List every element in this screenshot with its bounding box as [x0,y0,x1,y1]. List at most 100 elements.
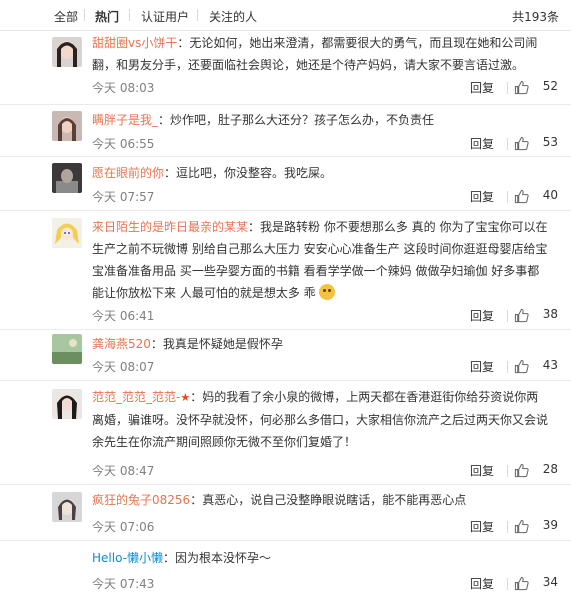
comment-time: 今天 08:03 [92,81,155,95]
filter-divider [197,9,198,21]
comment-text: 因为根本没怀孕～ [175,551,272,565]
avatar[interactable] [52,111,82,141]
comment-text: 逗比吧，你没整容。我吃屎。 [176,166,333,180]
username-link[interactable]: 来日陌生的是昨日最亲的某某 [92,220,248,234]
meta-divider [507,361,508,373]
filter-verified-users[interactable]: 认证用户 [141,8,189,25]
comment-list: 甜甜圈vs小饼干：无论如何，她出来澄清，都需要很大的勇气，而且现在她和公司闹翻，… [0,31,571,597]
avatar[interactable] [52,37,82,67]
filter-hot[interactable]: 热门 [95,8,119,25]
comment-time: 今天 07:43 [92,577,155,591]
comment-body: 愿在眼前的你：逗比吧，你没整容。我吃屎。 [92,166,333,180]
username-link[interactable]: 疯狂的兔子08256 [92,493,190,507]
comment-item: 甜甜圈vs小饼干：无论如何，她出来澄清，都需要很大的勇气，而且现在她和公司闹翻，… [0,31,571,105]
avatar[interactable] [52,334,82,364]
reply-button[interactable]: 回复 [470,575,494,592]
like-button[interactable]: 38 [514,307,558,325]
comment-text: 真恶心，说自己没整睁眼说瞎话，能不能再恶心点 [202,493,467,507]
comment-item: 瞒胖子是我_：炒作吧，肚子那么大还分？孩子怎么办，不负责任 今天 06:55 回… [0,105,571,157]
comment-text: 炒作吧，肚子那么大还分？孩子怎么办，不负责任 [170,113,435,127]
username-link[interactable]: 范范_范范_范范- [92,390,180,404]
comment-meta: 今天 08:03 回复 52 [92,79,558,97]
comment-item: 范范_范范_范范-★：妈的我看了余小泉的微博，上两天都在香港逛街你给芬资说你两离… [0,381,571,485]
like-button[interactable]: 43 [514,358,558,376]
avatar[interactable] [52,163,82,193]
meta-divider [507,191,508,203]
username-link[interactable]: 甜甜圈vs小饼干 [92,36,177,50]
reply-button[interactable]: 回复 [470,135,494,152]
thumbs-up-icon [514,359,529,374]
like-count: 52 [542,79,558,93]
meta-divider [507,578,508,590]
comment-body: Hello-懒小懒：因为根本没怀孕～ [92,551,272,565]
like-button[interactable]: 39 [514,518,558,536]
comment-item: 疯狂的兔子08256：真恶心，说自己没整睁眼说瞎话，能不能再恶心点 今天 07:… [0,485,571,541]
smile-emoji-icon [319,284,336,300]
thumbs-up-icon [514,189,529,204]
thumbs-up-icon [514,80,529,95]
like-count: 39 [542,518,558,532]
comment-meta: 今天 06:41 回复 38 [92,307,558,325]
reply-button[interactable]: 回复 [470,462,494,479]
reply-button[interactable]: 回复 [470,79,494,96]
filter-divider [84,9,85,21]
comment-text: 我真是怀疑她是假怀孕 [162,337,283,351]
comment-time: 今天 08:47 [92,464,155,478]
avatar[interactable] [52,218,82,248]
like-button[interactable]: 53 [514,135,558,153]
avatar[interactable] [52,389,82,419]
comment-body: 疯狂的兔子08256：真恶心，说自己没整睁眼说瞎话，能不能再恶心点 [92,493,467,507]
meta-divider [507,82,508,94]
thumbs-up-icon [514,136,529,151]
comment-time: 今天 07:06 [92,520,155,534]
like-count: 34 [542,575,558,589]
username-link[interactable]: 龚海燕520 [92,337,151,351]
comment-item: 来日陌生的是昨日最亲的某某：我是路转粉 你不要想那么多 真的 你为了宝宝你可以在… [0,211,571,330]
comment-meta: 今天 06:55 回复 53 [92,135,558,153]
like-button[interactable]: 52 [514,79,558,97]
comment-time: 今天 07:57 [92,190,155,204]
comment-meta: 今天 08:47 回复 28 [92,462,558,480]
comment-body: 龚海燕520：我真是怀疑她是假怀孕 [92,337,283,351]
avatar[interactable] [52,492,82,522]
comment-item: 愿在眼前的你：逗比吧，你没整容。我吃屎。 今天 07:57 回复 40 [0,157,571,211]
like-button[interactable]: 40 [514,188,558,206]
like-button[interactable]: 34 [514,575,558,593]
comment-meta: 今天 08:07 回复 43 [92,358,558,376]
comment-meta: 今天 07:43 回复 34 [92,575,558,593]
comment-body: 瞒胖子是我_：炒作吧，肚子那么大还分？孩子怎么办，不负责任 [92,113,435,127]
thumbs-up-icon [514,308,529,323]
star-icon: ★ [180,391,191,404]
filter-all[interactable]: 全部 [54,8,78,25]
comment-item: Hello-懒小懒：因为根本没怀孕～ 今天 07:43 回复 34 [0,541,571,597]
comment-meta: 今天 07:57 回复 40 [92,188,558,206]
username-link[interactable]: 愿在眼前的你 [92,166,164,180]
meta-divider [507,310,508,322]
like-count: 28 [542,462,558,476]
thumbs-up-icon [514,519,529,534]
comment-time: 今天 08:07 [92,360,155,374]
like-count: 43 [542,358,558,372]
filter-following[interactable]: 关注的人 [209,8,257,25]
reply-button[interactable]: 回复 [470,188,494,205]
comment-count: 共193条 [512,10,559,24]
comment-time: 今天 06:41 [92,309,155,323]
comment-time: 今天 06:55 [92,137,155,151]
meta-divider [507,465,508,477]
comment-body: 来日陌生的是昨日最亲的某某：我是路转粉 你不要想那么多 真的 你为了宝宝你可以在… [92,220,548,300]
like-count: 53 [542,135,558,149]
comment-meta: 今天 07:06 回复 39 [92,518,558,536]
like-count: 40 [542,188,558,202]
comment-filter-bar: 全部 热门 认证用户 关注的人 共193条 [0,0,571,31]
username-link[interactable]: Hello-懒小懒 [92,551,163,565]
comment-body: 甜甜圈vs小饼干：无论如何，她出来澄清，都需要很大的勇气，而且现在她和公司闹翻，… [92,36,538,72]
reply-button[interactable]: 回复 [470,307,494,324]
reply-button[interactable]: 回复 [470,358,494,375]
reply-button[interactable]: 回复 [470,518,494,535]
like-button[interactable]: 28 [514,462,558,480]
comment-item: 龚海燕520：我真是怀疑她是假怀孕 今天 08:07 回复 43 [0,330,571,381]
meta-divider [507,521,508,533]
thumbs-up-icon [514,463,529,478]
comment-body: 范范_范范_范范-★：妈的我看了余小泉的微博，上两天都在香港逛街你给芬资说你两离… [92,390,549,449]
username-link[interactable]: 瞒胖子是我_ [92,113,158,127]
